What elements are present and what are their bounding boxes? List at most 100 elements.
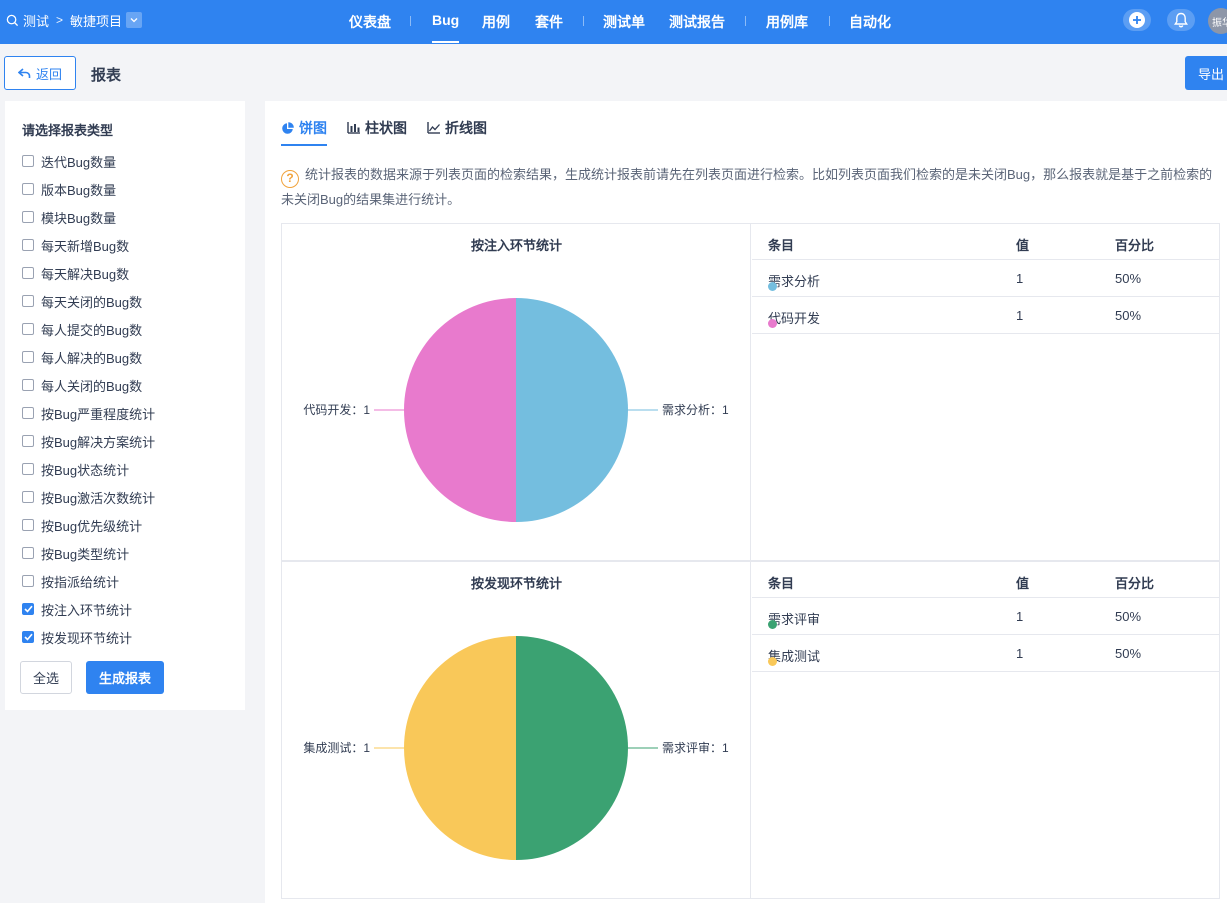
pie-slice[interactable] <box>404 298 516 522</box>
table-header-row: 条目 值 百分比 <box>752 562 1220 598</box>
table-header-item: 条目 <box>768 576 795 591</box>
legend-dot <box>768 319 777 328</box>
pie-chart-svg: 需求分析：1 代码开发：1 <box>303 298 729 522</box>
report-type-option[interactable]: 模块Bug数量 <box>22 207 116 227</box>
report-type-option[interactable]: 按Bug优先级统计 <box>22 515 142 535</box>
report-type-option[interactable]: 按Bug严重程度统计 <box>22 403 155 423</box>
report-type-option[interactable]: 每天解决Bug数 <box>22 263 129 283</box>
table-cell-item: 需求分析 <box>768 271 820 291</box>
pie-slice[interactable] <box>516 636 628 860</box>
report-type-option[interactable]: 按Bug状态统计 <box>22 459 129 479</box>
report-type-option[interactable]: 迭代Bug数量 <box>22 151 116 171</box>
nav-tab-suite[interactable]: 套件 <box>535 12 563 32</box>
checkbox[interactable] <box>22 435 34 447</box>
pie-slice-label: 需求评审：1 <box>662 740 729 755</box>
checkbox-checked[interactable] <box>22 631 34 643</box>
report-type-option[interactable]: 按注入环节统计 <box>22 599 132 619</box>
back-button[interactable]: 返回 <box>4 56 76 90</box>
top-navbar: 测试 > 敏捷项目 仪表盘 Bug 用例 套件 测试单 测试报告 用例库 自动化… <box>0 0 1227 44</box>
report-type-option-label: 每天新增Bug数 <box>41 238 130 254</box>
table-header-value: 值 <box>1016 576 1030 591</box>
table-cell-percent: 50% <box>1115 308 1142 323</box>
nav-divider <box>829 16 830 26</box>
tab-line-chart-label: 折线图 <box>445 120 487 136</box>
report-type-title: 请选择报表类型 <box>22 123 114 138</box>
table-header-row: 条目 值 百分比 <box>752 224 1220 260</box>
report-type-option-label: 每人解决的Bug数 <box>41 350 143 366</box>
checkbox[interactable] <box>22 155 34 167</box>
checkbox[interactable] <box>22 295 34 307</box>
table-row: 代码开发 1 50% <box>752 297 1220 334</box>
table-header-percent: 百分比 <box>1115 576 1155 591</box>
nav-tab-case[interactable]: 用例 <box>482 12 510 32</box>
table-cell-percent: 50% <box>1115 609 1142 624</box>
report-type-option-label: 每天关闭的Bug数 <box>41 294 143 310</box>
checkbox[interactable] <box>22 407 34 419</box>
report-type-option-label: 按发现环节统计 <box>41 630 133 646</box>
checkbox[interactable] <box>22 463 34 475</box>
report-type-option[interactable]: 每天关闭的Bug数 <box>22 291 142 311</box>
report-type-option[interactable]: 每人关闭的Bug数 <box>22 375 142 395</box>
page-title: 报表 <box>91 67 122 84</box>
report-type-option[interactable]: 每人提交的Bug数 <box>22 319 142 339</box>
table-cell-item: 需求评审 <box>768 609 820 629</box>
nav-divider <box>410 16 411 26</box>
notification-button[interactable] <box>1167 9 1195 31</box>
checkbox[interactable] <box>22 239 34 251</box>
report-type-option[interactable]: 每天新增Bug数 <box>22 235 129 255</box>
checkbox[interactable] <box>22 547 34 559</box>
tip-message: ? 统计报表的数据来源于列表页面的检索结果，生成统计报表前请先在列表页面进行检索。… <box>281 163 1221 212</box>
nav-tab-automation[interactable]: 自动化 <box>849 12 891 32</box>
checkbox-checked[interactable] <box>22 603 34 615</box>
table-cell-percent: 50% <box>1115 271 1142 286</box>
select-all-button[interactable]: 全选 <box>20 661 72 694</box>
table-header-percent: 百分比 <box>1115 238 1155 253</box>
avatar[interactable]: 振华 <box>1208 8 1227 34</box>
nav-tab-dashboard[interactable]: 仪表盘 <box>349 12 391 32</box>
checkbox[interactable] <box>22 519 34 531</box>
nav-tab-bug[interactable]: Bug <box>432 12 460 43</box>
nav-tab-caselib[interactable]: 用例库 <box>766 12 808 32</box>
pie-slice-label: 代码开发：1 <box>303 402 370 417</box>
report-type-option-label: 每人提交的Bug数 <box>41 322 143 338</box>
pie-chart-icon <box>282 121 294 134</box>
report-type-option-label: 版本Bug数量 <box>41 182 117 198</box>
pie-chart: 按发现环节统计 需求评审：1 集成测试：1 <box>282 562 751 898</box>
report-type-option[interactable]: 按Bug解决方案统计 <box>22 431 155 451</box>
main-nav: 仪表盘 Bug 用例 套件 测试单 测试报告 用例库 自动化 <box>0 0 1227 43</box>
table-header-item: 条目 <box>768 238 795 253</box>
tip-text: 统计报表的数据来源于列表页面的检索结果，生成统计报表前请先在列表页面进行检索。比… <box>281 167 1213 207</box>
tab-line-chart[interactable]: 折线图 <box>427 117 487 139</box>
report-type-option-label: 按Bug类型统计 <box>41 546 130 562</box>
checkbox[interactable] <box>22 491 34 503</box>
checkbox[interactable] <box>22 183 34 195</box>
checkbox[interactable] <box>22 211 34 223</box>
report-type-option[interactable]: 每人解决的Bug数 <box>22 347 142 367</box>
pie-slice[interactable] <box>516 298 628 522</box>
pie-slice[interactable] <box>404 636 516 860</box>
report-type-option[interactable]: 按Bug激活次数统计 <box>22 487 155 507</box>
nav-tab-testtask[interactable]: 测试单 <box>603 12 645 32</box>
report-type-option-label: 按指派给统计 <box>41 574 120 590</box>
tab-pie-chart[interactable]: 饼图 <box>281 117 327 146</box>
table-row: 集成测试 1 50% <box>752 635 1220 672</box>
report-type-option[interactable]: 按指派给统计 <box>22 571 119 591</box>
table-cell-item: 代码开发 <box>768 308 820 328</box>
checkbox[interactable] <box>22 575 34 587</box>
nav-tab-testreport[interactable]: 测试报告 <box>669 12 725 32</box>
report-block: 按注入环节统计 需求分析：1 代码开发：1 条目值百分比 需求分析 1 50% 代码开发 1 50… <box>281 223 1220 561</box>
checkmark-icon <box>23 633 33 641</box>
checkbox[interactable] <box>22 351 34 363</box>
checkbox[interactable] <box>22 267 34 279</box>
table-cell-value: 1 <box>1016 308 1024 323</box>
export-button[interactable]: 导出 <box>1185 56 1227 90</box>
create-button[interactable] <box>1123 9 1151 31</box>
checkbox[interactable] <box>22 379 34 391</box>
report-type-option[interactable]: 版本Bug数量 <box>22 179 116 199</box>
checkbox[interactable] <box>22 323 34 335</box>
nav-divider <box>583 16 584 26</box>
tab-bar-chart[interactable]: 柱状图 <box>347 117 407 139</box>
report-type-option[interactable]: 按发现环节统计 <box>22 627 132 647</box>
report-type-option[interactable]: 按Bug类型统计 <box>22 543 129 563</box>
generate-report-button[interactable]: 生成报表 <box>86 661 164 694</box>
